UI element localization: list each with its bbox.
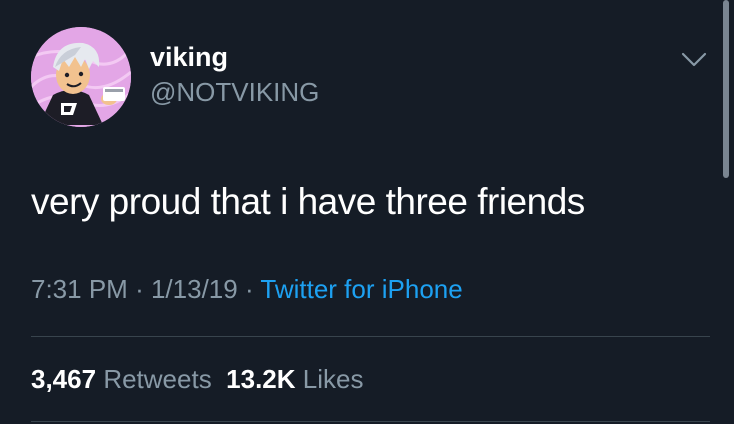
likes-count: 13.2K — [226, 364, 296, 394]
user-handle[interactable]: @NOTVIKING — [150, 76, 319, 108]
meta-separator: · — [244, 274, 254, 304]
avatar-image — [31, 27, 131, 127]
meta-separator: · — [135, 274, 144, 304]
tweet-text: very proud that i have three friends — [31, 181, 585, 222]
tweet-date[interactable]: 1/13/19 — [151, 274, 238, 304]
display-name[interactable]: viking — [150, 41, 228, 73]
scrollbar-thumb[interactable] — [723, 0, 729, 178]
tweet-meta: 7:31 PM · 1/13/19 · Twitter for iPhone — [31, 272, 463, 306]
likes-label: Likes — [302, 364, 364, 394]
chevron-down-icon[interactable] — [680, 50, 708, 70]
divider — [31, 421, 710, 422]
retweets-count: 3,467 — [31, 364, 97, 394]
tweet-time: 7:31 PM — [31, 274, 128, 304]
retweets-label: Retweets — [103, 364, 212, 394]
avatar[interactable] — [31, 27, 131, 127]
retweets-stat[interactable]: 3,467 Retweets — [31, 364, 212, 394]
divider — [31, 336, 710, 337]
tweet-stats: 3,467 Retweets 13.2K Likes — [31, 362, 363, 396]
likes-stat[interactable]: 13.2K Likes — [226, 364, 363, 394]
tweet-source-link[interactable]: Twitter for iPhone — [260, 274, 462, 304]
tweet-card: viking @NOTVIKING very proud that i have… — [0, 0, 734, 424]
